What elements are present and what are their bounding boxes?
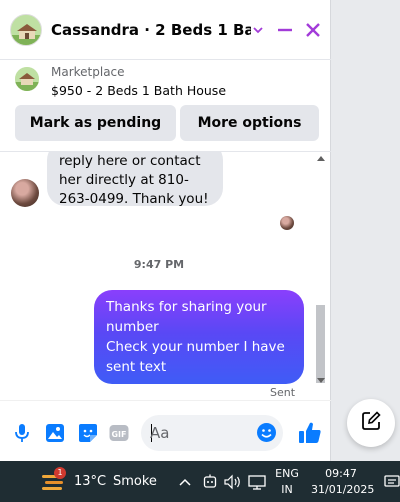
incoming-line: reply here or contact <box>59 153 201 169</box>
notification-center-icon[interactable] <box>384 473 400 491</box>
network-icon[interactable] <box>247 473 267 491</box>
message-status: Sent <box>270 386 296 399</box>
windows-taskbar: 1 13°C Smoke ENG IN 09:47 31/01/2025 <box>0 461 400 502</box>
outgoing-line: sent text <box>106 359 167 375</box>
sticker-icon[interactable] <box>77 422 99 444</box>
chat-header: Cassandra · 2 Beds 1 Bath ... <box>0 0 331 60</box>
messenger-chat-window: Cassandra · 2 Beds 1 Bath ... Marketplac… <box>0 0 331 461</box>
scroll-up-arrow[interactable] <box>317 156 325 161</box>
message-input-wrapper[interactable] <box>141 415 283 451</box>
listing-title[interactable]: $950 - 2 Beds 1 Bath House <box>51 83 226 98</box>
minimize-icon[interactable] <box>274 19 296 41</box>
listing-avatar[interactable] <box>10 14 42 46</box>
outgoing-line: number <box>106 319 159 335</box>
mark-as-pending-button[interactable]: Mark as pending <box>15 105 176 141</box>
chevron-up-icon[interactable] <box>178 473 192 491</box>
message-composer: GIF <box>0 400 331 461</box>
new-message-button[interactable] <box>347 399 395 447</box>
system-clock[interactable]: 09:47 31/01/2025 <box>311 466 375 498</box>
weather-temperature[interactable]: 13°C <box>74 474 106 489</box>
message-timestamp: 9:47 PM <box>133 258 185 271</box>
chat-title[interactable]: Cassandra · 2 Beds 1 Bath ... <box>51 21 251 39</box>
clock-date: 31/01/2025 <box>311 483 375 496</box>
chevron-down-icon[interactable] <box>247 19 269 41</box>
clock-time: 09:47 <box>325 467 357 480</box>
message-scrollbar[interactable] <box>313 152 327 400</box>
region-code: IN <box>281 483 293 496</box>
thumbs-up-icon[interactable] <box>297 420 323 446</box>
marketplace-banner: Marketplace $950 - 2 Beds 1 Bath House M… <box>0 60 331 152</box>
sender-avatar[interactable] <box>11 179 39 207</box>
new-message-icon <box>361 411 381 435</box>
seen-receipt-avatar <box>280 216 294 230</box>
scroll-down-arrow[interactable] <box>317 378 325 383</box>
more-options-button[interactable]: More options <box>180 105 319 141</box>
gif-icon[interactable]: GIF <box>108 422 130 444</box>
marketplace-label: Marketplace <box>51 65 125 79</box>
message-input[interactable] <box>150 423 250 443</box>
language-code: ENG <box>275 467 299 480</box>
weather-condition[interactable]: Smoke <box>113 474 157 489</box>
outgoing-message[interactable]: Thanks for sharing your number Check you… <box>94 290 304 384</box>
close-icon[interactable] <box>302 19 324 41</box>
copilot-icon[interactable] <box>202 473 218 491</box>
incoming-line: her directly at 810- <box>59 172 189 188</box>
speaker-icon[interactable] <box>224 473 242 491</box>
microphone-icon[interactable] <box>11 422 33 444</box>
gif-label: GIF <box>111 430 126 439</box>
scroll-thumb[interactable] <box>316 305 325 383</box>
notification-badge: 1 <box>54 467 66 479</box>
listing-thumbnail[interactable] <box>15 67 39 91</box>
outgoing-line: Thanks for sharing your <box>106 299 267 315</box>
incoming-message[interactable]: reply here or contact her directly at 81… <box>47 152 223 207</box>
message-thread: reply here or contact her directly at 81… <box>0 152 331 400</box>
outgoing-line: Check your number I have <box>106 339 285 355</box>
photo-icon[interactable] <box>44 422 66 444</box>
input-language[interactable]: ENG IN <box>273 466 301 498</box>
emoji-icon[interactable] <box>256 422 277 443</box>
incoming-line: 263-0499. Thank you! <box>59 191 209 207</box>
